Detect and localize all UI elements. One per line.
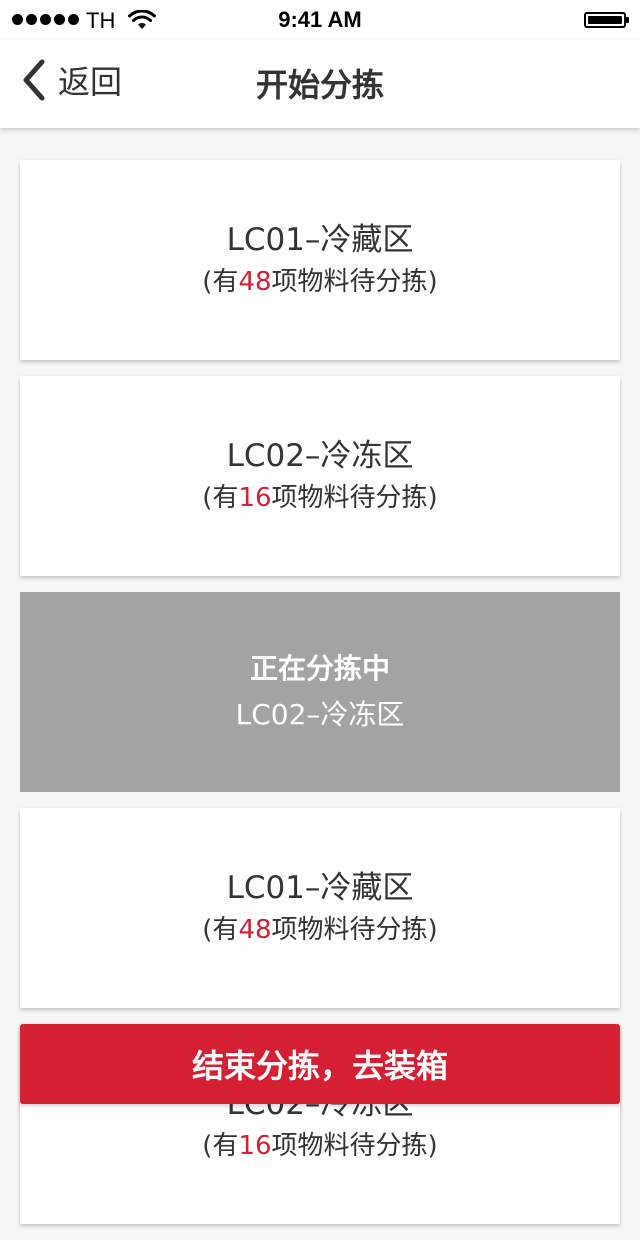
zone-name: LC01–冷藏区 [226, 870, 414, 906]
pending-count-suffix: 项物料待分拣) [271, 483, 438, 513]
pending-count-text: (有16项物料待分拣) [202, 478, 437, 518]
navigation-bar: 返回 开始分拣 [0, 40, 640, 128]
zone-name: LC02–冷冻区 [235, 698, 405, 731]
back-label: 返回 [58, 63, 123, 101]
battery-icon [584, 12, 629, 28]
status-bar: TH 9:41 AM [0, 0, 640, 40]
pending-count-suffix: 项物料待分拣) [271, 267, 438, 297]
sorting-status: 正在分拣中 [249, 652, 390, 685]
zone-card[interactable]: LC02–冷冻区 (有16项物料待分拣) [20, 376, 620, 576]
zone-name: LC02–冷冻区 [226, 438, 414, 474]
pending-count: 16 [238, 483, 272, 513]
pending-count-text: (有48项物料待分拣) [202, 262, 437, 302]
zone-card[interactable]: LC01–冷藏区 (有48项物料待分拣) [20, 160, 620, 360]
pending-count: 48 [238, 915, 272, 945]
battery-level [588, 16, 622, 24]
zone-name: LC01–冷藏区 [226, 222, 414, 258]
pending-count-prefix: (有 [202, 915, 239, 945]
pending-count-text: (有48项物料待分拣) [202, 910, 437, 950]
finish-sorting-button[interactable]: 结束分拣，去装箱 [20, 1024, 620, 1104]
zone-card[interactable]: LC01–冷藏区 (有48项物料待分拣) [20, 808, 620, 1008]
pending-count-suffix: 项物料待分拣) [271, 915, 438, 945]
zone-card-active[interactable]: 正在分拣中 LC02–冷冻区 [20, 592, 620, 792]
pending-count: 48 [238, 267, 272, 297]
back-button[interactable]: 返回 [18, 56, 122, 104]
chevron-left-icon [23, 59, 45, 101]
pending-count-prefix: (有 [202, 483, 239, 513]
status-time: 9:41 AM [278, 7, 362, 32]
pending-count-text: (有16项物料待分拣) [202, 1126, 437, 1166]
pending-count-prefix: (有 [202, 267, 239, 297]
